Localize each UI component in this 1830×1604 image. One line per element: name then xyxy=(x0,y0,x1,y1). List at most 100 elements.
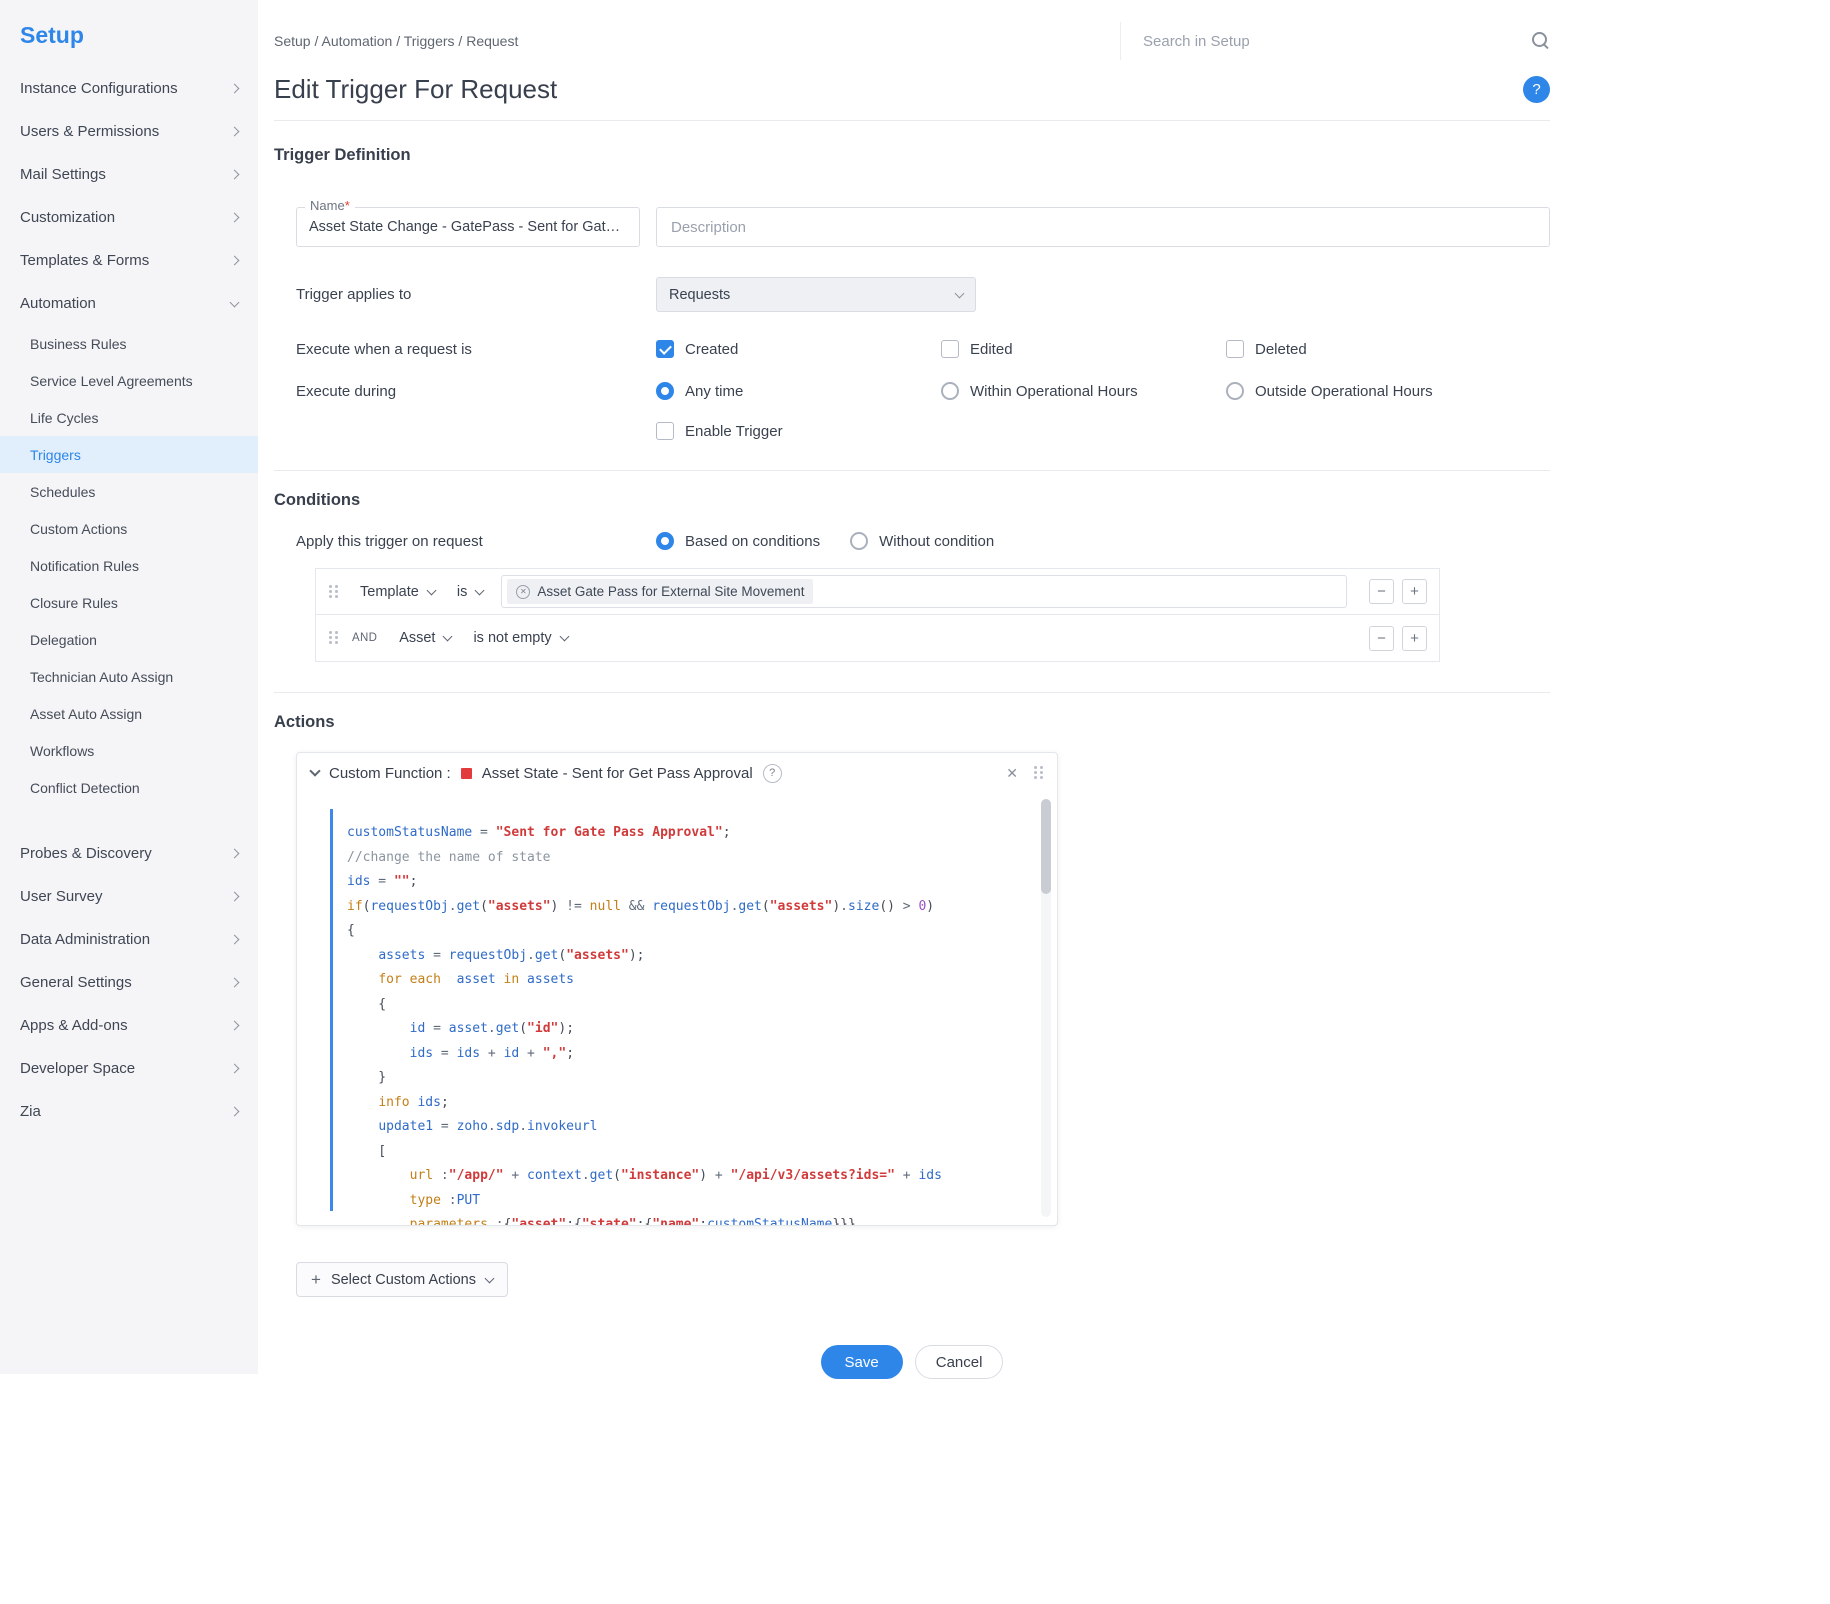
scrollbar-thumb[interactable] xyxy=(1041,799,1051,894)
sidebar-item-label: Instance Configurations xyxy=(20,80,178,97)
search-input[interactable] xyxy=(1143,33,1532,50)
sidebar-item-custom-actions[interactable]: Custom Actions xyxy=(0,510,258,547)
condition-field-value: Template xyxy=(360,584,419,600)
sidebar-item-general-settings[interactable]: General Settings xyxy=(0,961,258,1004)
sidebar-item-delegation[interactable]: Delegation xyxy=(0,621,258,658)
checkbox-option-edited[interactable]: Edited xyxy=(941,340,1226,358)
radio-option-any-time[interactable]: Any time xyxy=(656,382,941,400)
search-icon[interactable] xyxy=(1532,32,1550,50)
sub-item-label: Custom Actions xyxy=(30,521,127,537)
cancel-button[interactable]: Cancel xyxy=(915,1345,1004,1379)
option-label: Any time xyxy=(685,383,743,400)
drag-handle-icon[interactable] xyxy=(328,631,338,645)
name-field-wrap: Name* xyxy=(296,207,640,247)
form-footer: Save Cancel xyxy=(274,1345,1550,1379)
condition-operator-select[interactable]: is not empty xyxy=(473,630,567,646)
description-input[interactable] xyxy=(656,207,1550,247)
function-help-icon[interactable]: ? xyxy=(763,764,782,783)
breadcrumb[interactable]: Setup / Automation / Triggers / Request xyxy=(274,33,518,49)
sidebar-item-instance-configurations[interactable]: Instance Configurations xyxy=(0,67,258,110)
condition-operator-select[interactable]: is xyxy=(457,584,483,600)
sidebar-item-users-permissions[interactable]: Users & Permissions xyxy=(0,110,258,153)
chevron-down-icon xyxy=(559,632,569,642)
sidebar-item-conflict-detection[interactable]: Conflict Detection xyxy=(0,769,258,806)
select-custom-actions-button[interactable]: + Select Custom Actions xyxy=(296,1262,508,1297)
sub-item-label: Asset Auto Assign xyxy=(30,706,142,722)
chevron-right-icon xyxy=(230,170,240,180)
top-bar: Setup / Automation / Triggers / Request xyxy=(274,0,1550,60)
sidebar-item-triggers[interactable]: Triggers xyxy=(0,436,258,473)
sidebar-item-business-rules[interactable]: Business Rules xyxy=(0,325,258,362)
sidebar-item-closure-rules[interactable]: Closure Rules xyxy=(0,584,258,621)
sub-item-label: Notification Rules xyxy=(30,558,139,574)
sidebar-item-technician-auto-assign[interactable]: Technician Auto Assign xyxy=(0,658,258,695)
sub-item-label: Business Rules xyxy=(30,336,127,352)
execute-during-row: Execute during Any time Within Operation… xyxy=(296,382,1550,400)
close-icon[interactable]: ✕ xyxy=(1006,765,1018,782)
sidebar-item-apps-addons[interactable]: Apps & Add-ons xyxy=(0,1004,258,1047)
trigger-name-input[interactable] xyxy=(296,207,640,247)
drag-handle-icon[interactable] xyxy=(328,585,338,599)
sidebar-item-user-survey[interactable]: User Survey xyxy=(0,875,258,918)
condition-joiner[interactable]: AND xyxy=(352,632,377,644)
option-label: Created xyxy=(685,341,738,358)
radio-option-based-on-conditions[interactable]: Based on conditions xyxy=(656,532,820,550)
plus-icon: + xyxy=(311,1270,321,1290)
sidebar-item-templates-forms[interactable]: Templates & Forms xyxy=(0,239,258,282)
condition-operator-value: is not empty xyxy=(473,630,551,646)
any-time-radio[interactable] xyxy=(656,382,674,400)
chip-remove-icon[interactable]: ✕ xyxy=(516,585,530,599)
sidebar-item-workflows[interactable]: Workflows xyxy=(0,732,258,769)
add-condition-button[interactable]: + xyxy=(1402,626,1427,651)
sub-item-label: Service Level Agreements xyxy=(30,373,193,389)
created-checkbox[interactable] xyxy=(656,340,674,358)
chevron-down-icon xyxy=(443,632,453,642)
radio-option-without-condition[interactable]: Without condition xyxy=(850,532,994,550)
sidebar-item-developer-space[interactable]: Developer Space xyxy=(0,1047,258,1090)
sidebar-item-customization[interactable]: Customization xyxy=(0,196,258,239)
code-scrollbar[interactable] xyxy=(1041,799,1051,1217)
help-button[interactable]: ? xyxy=(1523,76,1550,103)
sidebar-item-automation[interactable]: Automation xyxy=(0,282,258,325)
collapse-chevron-icon[interactable] xyxy=(309,765,320,776)
checkbox-option-enable-trigger[interactable]: Enable Trigger xyxy=(656,422,941,440)
sidebar-item-notification-rules[interactable]: Notification Rules xyxy=(0,547,258,584)
edited-checkbox[interactable] xyxy=(941,340,959,358)
within-hours-radio[interactable] xyxy=(941,382,959,400)
radio-option-outside-operational-hours[interactable]: Outside Operational Hours xyxy=(1226,382,1511,400)
condition-value-input[interactable]: ✕ Asset Gate Pass for External Site Move… xyxy=(501,575,1347,608)
custom-function-prefix: Custom Function : xyxy=(329,765,451,782)
custom-function-card: Custom Function : Asset State - Sent for… xyxy=(296,752,1058,1226)
save-button[interactable]: Save xyxy=(821,1345,903,1379)
apply-trigger-label: Apply this trigger on request xyxy=(296,533,656,550)
sidebar-item-data-administration[interactable]: Data Administration xyxy=(0,918,258,961)
based-on-conditions-radio[interactable] xyxy=(656,532,674,550)
sidebar-item-probes-discovery[interactable]: Probes & Discovery xyxy=(0,832,258,875)
conditions-section: Conditions Apply this trigger on request… xyxy=(274,470,1550,662)
code-editor[interactable]: customStatusName = "Sent for Gate Pass A… xyxy=(297,793,1057,1225)
radio-option-within-operational-hours[interactable]: Within Operational Hours xyxy=(941,382,1226,400)
sidebar-item-asset-auto-assign[interactable]: Asset Auto Assign xyxy=(0,695,258,732)
sidebar-item-schedules[interactable]: Schedules xyxy=(0,473,258,510)
sidebar-item-life-cycles[interactable]: Life Cycles xyxy=(0,399,258,436)
applies-select[interactable]: Requests xyxy=(656,277,976,312)
outside-hours-radio[interactable] xyxy=(1226,382,1244,400)
title-divider xyxy=(274,120,1550,121)
sidebar-item-zia[interactable]: Zia xyxy=(0,1090,258,1133)
condition-value-chip: ✕ Asset Gate Pass for External Site Move… xyxy=(507,579,813,604)
remove-condition-button[interactable]: − xyxy=(1369,579,1394,604)
sidebar-item-service-level-agreements[interactable]: Service Level Agreements xyxy=(0,362,258,399)
condition-field-select[interactable]: Asset xyxy=(399,630,451,646)
without-condition-radio[interactable] xyxy=(850,532,868,550)
enable-trigger-checkbox[interactable] xyxy=(656,422,674,440)
chevron-right-icon xyxy=(230,849,240,859)
checkbox-option-created[interactable]: Created xyxy=(656,340,941,358)
sidebar-item-mail-settings[interactable]: Mail Settings xyxy=(0,153,258,196)
condition-field-select[interactable]: Template xyxy=(360,584,435,600)
deleted-checkbox[interactable] xyxy=(1226,340,1244,358)
checkbox-option-deleted[interactable]: Deleted xyxy=(1226,340,1511,358)
add-condition-button[interactable]: + xyxy=(1402,579,1427,604)
code-accent-bar xyxy=(330,809,333,1211)
remove-condition-button[interactable]: − xyxy=(1369,626,1394,651)
drag-handle-icon[interactable] xyxy=(1033,766,1043,780)
